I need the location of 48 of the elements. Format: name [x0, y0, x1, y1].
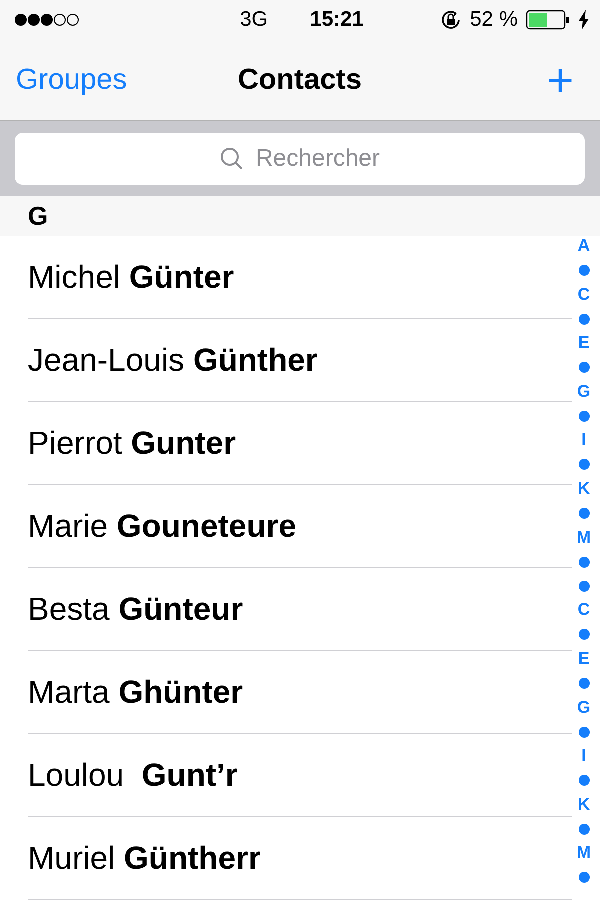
- rotation-lock-icon: [440, 9, 462, 31]
- groups-link[interactable]: Groupes: [16, 64, 238, 96]
- section-header: G: [0, 196, 600, 236]
- index-dot-icon[interactable]: [578, 678, 590, 689]
- index-dot-icon[interactable]: [578, 362, 590, 374]
- contact-name[interactable]: Marie Gouneteure: [28, 485, 572, 568]
- contact-name[interactable]: Marta Ghünter: [28, 651, 572, 734]
- index-dot-icon[interactable]: [578, 556, 590, 568]
- contact-name[interactable]: Jean-Louis Günther: [28, 319, 572, 402]
- index-dot-icon[interactable]: [578, 314, 590, 325]
- index-letter[interactable]: G: [577, 380, 591, 404]
- battery-percent: 52 %: [470, 8, 518, 32]
- index-letter[interactable]: M: [576, 526, 592, 550]
- index-dot-icon[interactable]: [578, 726, 590, 738]
- index-letter[interactable]: M: [576, 841, 592, 866]
- signal-icon: [14, 13, 80, 27]
- charging-bolt-icon: [578, 10, 590, 30]
- contact-name[interactable]: Loulou Gunt’r: [28, 734, 572, 817]
- contact-name[interactable]: Besta Günteur: [28, 568, 572, 651]
- index-letter[interactable]: I: [582, 428, 586, 453]
- index-letter[interactable]: K: [578, 476, 590, 502]
- index-dot-icon[interactable]: [578, 629, 590, 640]
- nav-title: Contacts: [238, 64, 362, 96]
- index-dot-icon[interactable]: [578, 508, 590, 519]
- index-letter[interactable]: E: [578, 331, 590, 356]
- index-letter[interactable]: C: [578, 282, 590, 307]
- index-letter[interactable]: E: [578, 647, 590, 672]
- index-letter[interactable]: G: [577, 696, 591, 720]
- index-letter[interactable]: C: [578, 598, 590, 623]
- index-dot-icon[interactable]: [578, 410, 590, 422]
- search-icon: [220, 146, 244, 171]
- contact-name[interactable]: Michel Günter: [28, 236, 572, 319]
- contact-name[interactable]: Muriel Güntherr: [28, 817, 572, 900]
- add-button[interactable]: +: [547, 57, 584, 103]
- contact-name[interactable]: Pierrot Gunter: [28, 402, 572, 485]
- network-type: 3G: [240, 8, 268, 32]
- index-dot-icon[interactable]: [578, 580, 590, 592]
- battery-icon: [526, 10, 570, 30]
- index-dot-icon[interactable]: [578, 824, 590, 835]
- search-field[interactable]: Rechercher: [15, 132, 585, 185]
- index-letter[interactable]: I: [582, 744, 586, 769]
- clock-time: 15:21: [310, 8, 364, 32]
- index-letter[interactable]: K: [578, 792, 590, 818]
- index-dot-icon[interactable]: [578, 264, 590, 276]
- index-dot-icon[interactable]: [578, 459, 590, 470]
- index-letter[interactable]: A: [578, 234, 590, 258]
- index-dot-icon[interactable]: [578, 872, 590, 884]
- index-dot-icon[interactable]: [578, 775, 590, 786]
